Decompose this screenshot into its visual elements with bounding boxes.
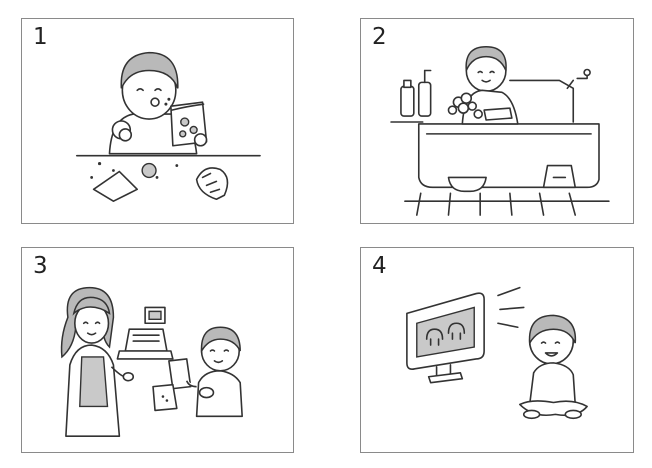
- child-watching-tv-icon: [361, 248, 633, 452]
- panel-4: 4: [360, 247, 634, 453]
- panel-1: 1: [21, 18, 294, 224]
- panel-number: 3: [33, 253, 48, 279]
- panel-number: 1: [33, 24, 48, 50]
- child-eating-snacks-icon: [22, 19, 293, 223]
- panel-3: 3: [21, 247, 294, 453]
- panel-2: 2: [360, 18, 634, 224]
- panel-number: 2: [372, 24, 387, 50]
- panel-number: 4: [372, 253, 387, 279]
- child-at-shop-counter-icon: [22, 248, 293, 452]
- child-in-bath-icon: [361, 19, 633, 223]
